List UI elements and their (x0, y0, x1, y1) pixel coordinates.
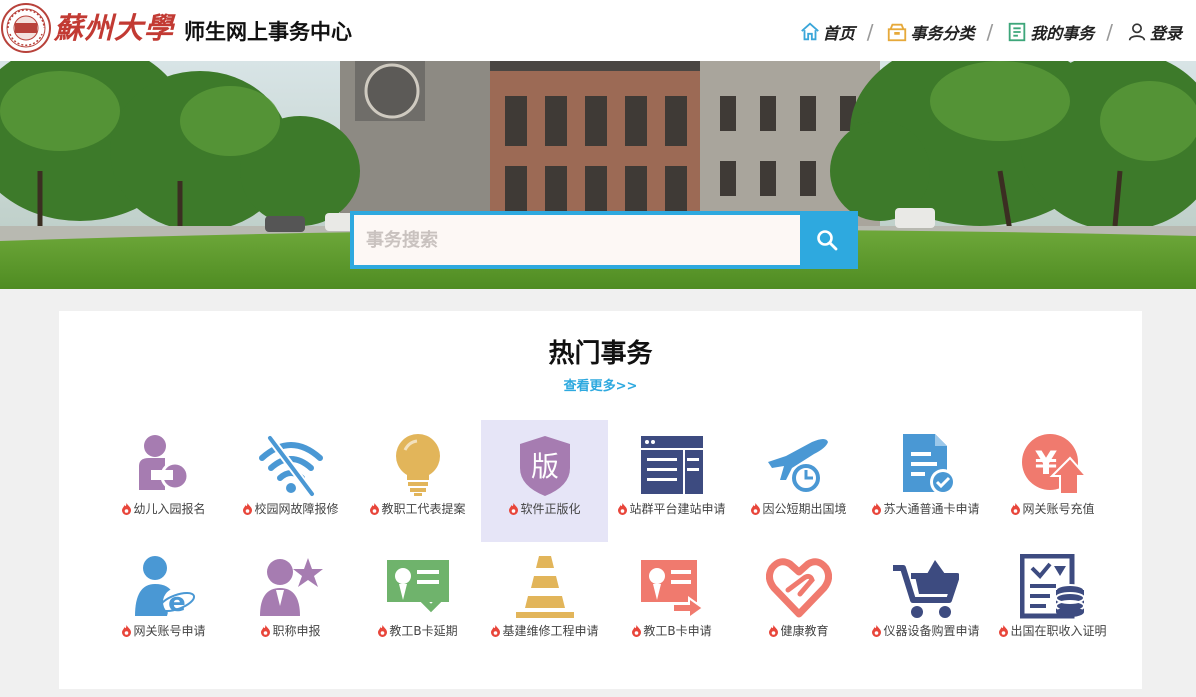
task-tile[interactable]: 职称申报 (227, 542, 354, 664)
site-title: 师生网上事务中心 (184, 20, 352, 44)
logo-wordmark: 蘇州大學 (54, 11, 175, 45)
task-label: 网关账号充值 (989, 500, 1116, 517)
task-label: 软件正版化 (481, 500, 608, 517)
fire-icon (370, 502, 380, 515)
task-label: 站群平台建站申请 (608, 500, 735, 517)
heart-hand-icon (766, 558, 832, 618)
fire-icon (751, 502, 761, 515)
fire-icon (999, 624, 1009, 637)
user-icon (1128, 23, 1146, 41)
fire-icon (872, 624, 882, 637)
home-icon (800, 22, 819, 41)
task-tile[interactable]: 教工B卡延期 (354, 542, 481, 664)
nav-login[interactable]: 登录 (1126, 20, 1182, 44)
shield-icon: 版 (520, 436, 570, 496)
task-label: 出国在职收入证明 (989, 622, 1116, 639)
web-layout-icon (641, 436, 703, 494)
nav-login-label: 登录 (1149, 24, 1182, 43)
task-tile[interactable]: 基建维修工程申请 (481, 542, 608, 664)
task-tile[interactable]: 站群平台建站申请 (608, 420, 735, 542)
card-check-icon (903, 434, 956, 495)
search-input[interactable] (354, 215, 800, 265)
task-tile[interactable]: 版 软件正版化 (481, 420, 608, 542)
fire-icon (769, 624, 779, 637)
fire-icon (872, 502, 882, 515)
yuan-icon: ¥ (1022, 434, 1086, 495)
shield-badge: 版 (531, 450, 559, 483)
task-label: 苏大通普通卡申请 (862, 500, 989, 517)
task-label: 网关账号申请 (100, 622, 227, 639)
fire-icon (1011, 502, 1021, 515)
fire-icon (509, 502, 519, 515)
fire-icon (491, 624, 501, 637)
campus-banner (0, 61, 1196, 289)
lightbulb-icon (396, 434, 440, 496)
fire-icon (122, 624, 132, 637)
task-label: 基建维修工程申请 (481, 622, 608, 639)
task-tile[interactable]: e 网关账号申请 (100, 542, 227, 664)
user-ie-icon: e (135, 556, 196, 618)
task-label: 教工B卡延期 (354, 622, 481, 639)
task-tile[interactable]: 幼儿入园报名 (100, 420, 227, 542)
search-bar (350, 211, 858, 269)
task-label: 教工B卡申请 (608, 622, 735, 639)
view-more-link[interactable]: 查看更多>> (59, 375, 1142, 394)
task-tile[interactable]: 教工B卡申请 (608, 542, 735, 664)
task-tile[interactable]: 因公短期出国境 (735, 420, 862, 542)
nav-divider: / (1106, 20, 1113, 44)
fire-icon (618, 502, 628, 515)
section-title: 热门事务 (548, 339, 653, 369)
fire-icon (378, 624, 388, 637)
nav-my-tasks-label: 我的事务 (1030, 24, 1095, 43)
task-label: 幼儿入园报名 (100, 500, 227, 517)
task-tile[interactable]: 仪器设备购置申请 (862, 542, 989, 664)
fire-icon (261, 624, 271, 637)
document-icon (1008, 22, 1026, 42)
top-nav: 首页 / 事务分类 / 我的事务 / 登录 (799, 18, 1196, 46)
hot-tasks-panel: 热门事务 查看更多>> 幼儿入园报名 校园网故障报修 教职工代表提案 版 软件正… (59, 311, 1142, 689)
task-label: 职称申报 (227, 622, 354, 639)
nav-divider: / (866, 20, 874, 44)
cart-icon (893, 560, 959, 618)
wifi-off-icon (259, 435, 323, 497)
nav-home-label: 首页 (822, 24, 855, 43)
task-tile[interactable]: ¥ 网关账号充值 (989, 420, 1116, 542)
nav-home[interactable]: 首页 (799, 20, 855, 44)
fire-icon (243, 502, 253, 515)
task-tile[interactable]: 教职工代表提案 (354, 420, 481, 542)
traffic-cone-icon (516, 556, 574, 618)
search-icon (817, 230, 838, 251)
task-tile[interactable]: 校园网故障报修 (227, 420, 354, 542)
nav-categories[interactable]: 事务分类 (886, 20, 974, 44)
id-card-arrow-icon (641, 560, 705, 620)
hot-tasks-grid: 幼儿入园报名 校园网故障报修 教职工代表提案 版 软件正版化 站群平台建站申请 … (100, 420, 1116, 664)
document-coins-icon (1020, 554, 1085, 619)
university-logo-text[interactable]: 蘇州大學 (54, 6, 174, 50)
box-icon (888, 23, 907, 42)
task-tile[interactable]: 健康教育 (735, 542, 862, 664)
nav-my-tasks[interactable]: 我的事务 (1006, 20, 1094, 44)
header: 蘇州大學 师生网上事务中心 首页 / 事务分类 / 我的事务 / 登录 (0, 0, 1196, 61)
nav-categories-label: 事务分类 (910, 24, 975, 43)
fire-icon (632, 624, 642, 637)
task-label: 校园网故障报修 (227, 500, 354, 517)
nav-divider: / (986, 20, 994, 44)
task-label: 因公短期出国境 (735, 500, 862, 517)
task-tile[interactable]: 出国在职收入证明 (989, 542, 1116, 664)
airplane-icon (768, 439, 828, 493)
fire-icon (122, 502, 132, 515)
user-star-icon (260, 558, 323, 616)
child-enroll-icon (139, 435, 190, 491)
id-card-check-icon (387, 560, 450, 613)
task-tile[interactable]: 苏大通普通卡申请 (862, 420, 989, 542)
task-label: 教职工代表提案 (354, 500, 481, 517)
task-label: 健康教育 (735, 622, 862, 639)
task-label: 仪器设备购置申请 (862, 622, 989, 639)
university-seal-icon[interactable] (0, 2, 52, 54)
search-button[interactable] (800, 215, 854, 265)
